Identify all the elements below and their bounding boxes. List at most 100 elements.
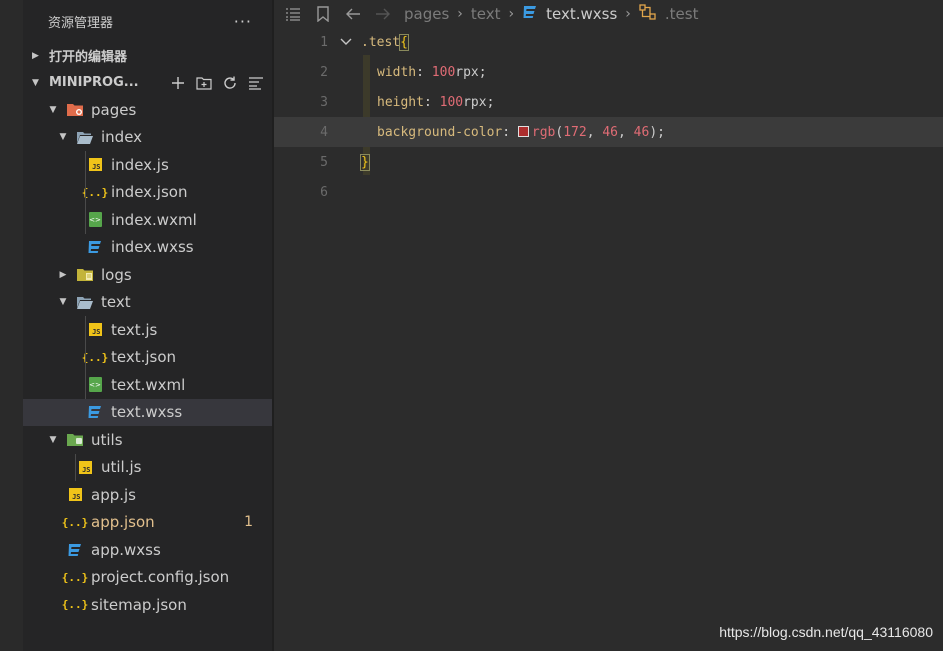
tree-folder[interactable]: ▼ index xyxy=(23,124,272,152)
code-editor[interactable]: pages › text › text.wxss › .test 1 .test… xyxy=(274,0,943,651)
code-line-4[interactable]: 4 background-color: rgb(172, 46, 46); xyxy=(274,117,943,147)
code-line-3[interactable]: 3 height: 100rpx; xyxy=(274,87,943,117)
code-line-2[interactable]: 2 width: 100rpx; xyxy=(274,57,943,87)
breadcrumb: pages › text › text.wxss › .test xyxy=(274,0,943,27)
tree-file[interactable]: {..} app.json 1 xyxy=(23,509,272,537)
project-section[interactable]: ▼ MINIPROG... xyxy=(23,69,272,96)
css-number: 100 xyxy=(439,94,464,110)
code-line-5[interactable]: 5 } xyxy=(274,147,943,177)
explorer-header: 资源管理器 ··· xyxy=(23,0,272,42)
tree-item-label: text.json xyxy=(111,348,177,367)
outline-list-icon[interactable] xyxy=(284,5,302,23)
css-property: background-color xyxy=(377,124,503,140)
new-folder-icon[interactable] xyxy=(196,75,212,91)
tree-item-label: text xyxy=(101,293,131,312)
tree-file[interactable]: JS index.js xyxy=(23,151,272,179)
chevron-down-icon[interactable]: ▼ xyxy=(47,435,59,445)
more-actions-button[interactable]: ··· xyxy=(234,12,252,31)
line-number: 6 xyxy=(320,184,328,200)
tree-item-label: index.js xyxy=(111,155,169,174)
tree-folder[interactable]: ▶ logs xyxy=(23,261,272,289)
close-brace: } xyxy=(360,153,370,171)
fold-chevron-icon[interactable] xyxy=(340,35,352,49)
css-property: height xyxy=(377,94,424,110)
tree-item-label: text.js xyxy=(111,320,158,339)
line-number: 3 xyxy=(320,94,328,110)
new-file-icon[interactable] xyxy=(170,75,186,91)
breadcrumb-file[interactable]: text.wxss xyxy=(546,5,617,23)
watermark: https://blog.csdn.net/qq_43116080 xyxy=(719,624,933,640)
breadcrumb-selector[interactable]: .test xyxy=(665,5,699,23)
tree-file[interactable]: JS util.js xyxy=(23,454,272,482)
project-label: MINIPROG... xyxy=(49,75,139,90)
tree-file[interactable]: app.wxss xyxy=(23,536,272,564)
line-number: 2 xyxy=(320,64,328,80)
tree-item-label: index.json xyxy=(111,183,188,202)
chevron-down-icon: ▼ xyxy=(32,77,39,88)
css-number: 100 xyxy=(431,64,456,80)
chevron-right-icon: ▶ xyxy=(32,50,39,61)
tree-item-label: util.js xyxy=(101,458,142,477)
tree-item-label: app.js xyxy=(91,485,136,504)
wxml-file-icon: <> xyxy=(85,211,105,229)
open-editors-label: 打开的编辑器 xyxy=(49,50,128,65)
tree-file[interactable]: JS text.js xyxy=(23,316,272,344)
wxss-file-icon xyxy=(85,403,105,421)
problem-count-badge: 1 xyxy=(244,514,253,531)
tree-item-label: app.json xyxy=(91,513,155,532)
refresh-icon[interactable] xyxy=(222,75,238,91)
tree-file[interactable]: JS app.js xyxy=(23,481,272,509)
chevron-right-icon: › xyxy=(625,5,631,22)
line-number: 5 xyxy=(320,154,328,170)
forward-arrow-icon[interactable] xyxy=(374,5,392,23)
tree-file[interactable]: {..} text.json xyxy=(23,344,272,372)
indent-guide xyxy=(85,151,86,234)
css-function-args: (172, 46, 46) xyxy=(555,124,658,140)
tree-file[interactable]: {..} index.json xyxy=(23,179,272,207)
folder-pages-icon xyxy=(65,101,85,119)
tree-item-label: index.wxss xyxy=(111,238,194,257)
code-line-6[interactable]: 6 xyxy=(274,177,943,207)
js-file-icon: JS xyxy=(65,486,85,504)
collapse-all-icon[interactable] xyxy=(248,75,264,91)
bookmark-icon[interactable] xyxy=(314,5,332,23)
chevron-down-icon[interactable]: ▼ xyxy=(57,132,69,142)
tree-folder[interactable]: ▼ pages xyxy=(23,96,272,124)
tree-file[interactable]: {..} sitemap.json xyxy=(23,591,272,619)
tree-file[interactable]: text.wxss xyxy=(23,398,272,426)
tree-file[interactable]: {..} project.config.json xyxy=(23,564,272,592)
css-function: rgb xyxy=(531,124,556,140)
tree-file[interactable]: <> text.wxml xyxy=(23,371,272,399)
breadcrumb-text[interactable]: text xyxy=(471,5,501,23)
chevron-down-icon[interactable]: ▼ xyxy=(47,105,59,115)
chevron-right-icon[interactable]: ▶ xyxy=(57,270,69,280)
wxss-file-icon xyxy=(522,5,538,23)
js-file-icon: JS xyxy=(85,156,105,174)
line-number: 1 xyxy=(320,34,328,50)
explorer-sidebar: 资源管理器 ··· ▶ 打开的编辑器 ▼ MINIPROG... ▼ pages ▼… xyxy=(23,0,272,651)
json-file-icon: {..} xyxy=(61,515,89,529)
chevron-down-icon[interactable]: ▼ xyxy=(57,297,69,307)
tree-folder[interactable]: ▼ text xyxy=(23,289,272,317)
wxss-file-icon xyxy=(65,541,85,559)
file-tree: ▼ pages ▼ index JS index.js {..} index.json <> in… xyxy=(23,96,272,619)
tree-item-label: index.wxml xyxy=(111,210,197,229)
json-file-icon: {..} xyxy=(81,185,109,199)
css-unit: rpx xyxy=(463,94,487,110)
open-brace: { xyxy=(399,33,409,51)
back-arrow-icon[interactable] xyxy=(344,5,362,23)
open-editors-section[interactable]: ▶ 打开的编辑器 xyxy=(23,42,272,69)
tree-file[interactable]: index.wxss xyxy=(23,234,272,262)
colon: : xyxy=(423,94,440,110)
tree-folder[interactable]: ▼ utils xyxy=(23,426,272,454)
code-line-1[interactable]: 1 .test{ xyxy=(274,27,943,57)
breadcrumb-pages[interactable]: pages xyxy=(404,5,449,23)
color-swatch[interactable] xyxy=(517,125,529,137)
css-property: width xyxy=(377,64,417,80)
js-file-icon: JS xyxy=(75,458,95,476)
tree-file[interactable]: <> index.wxml xyxy=(23,206,272,234)
folder-open-icon xyxy=(75,293,95,311)
chevron-right-icon: › xyxy=(508,5,515,22)
semicolon: ; xyxy=(486,94,495,110)
css-selector-icon xyxy=(639,3,657,24)
